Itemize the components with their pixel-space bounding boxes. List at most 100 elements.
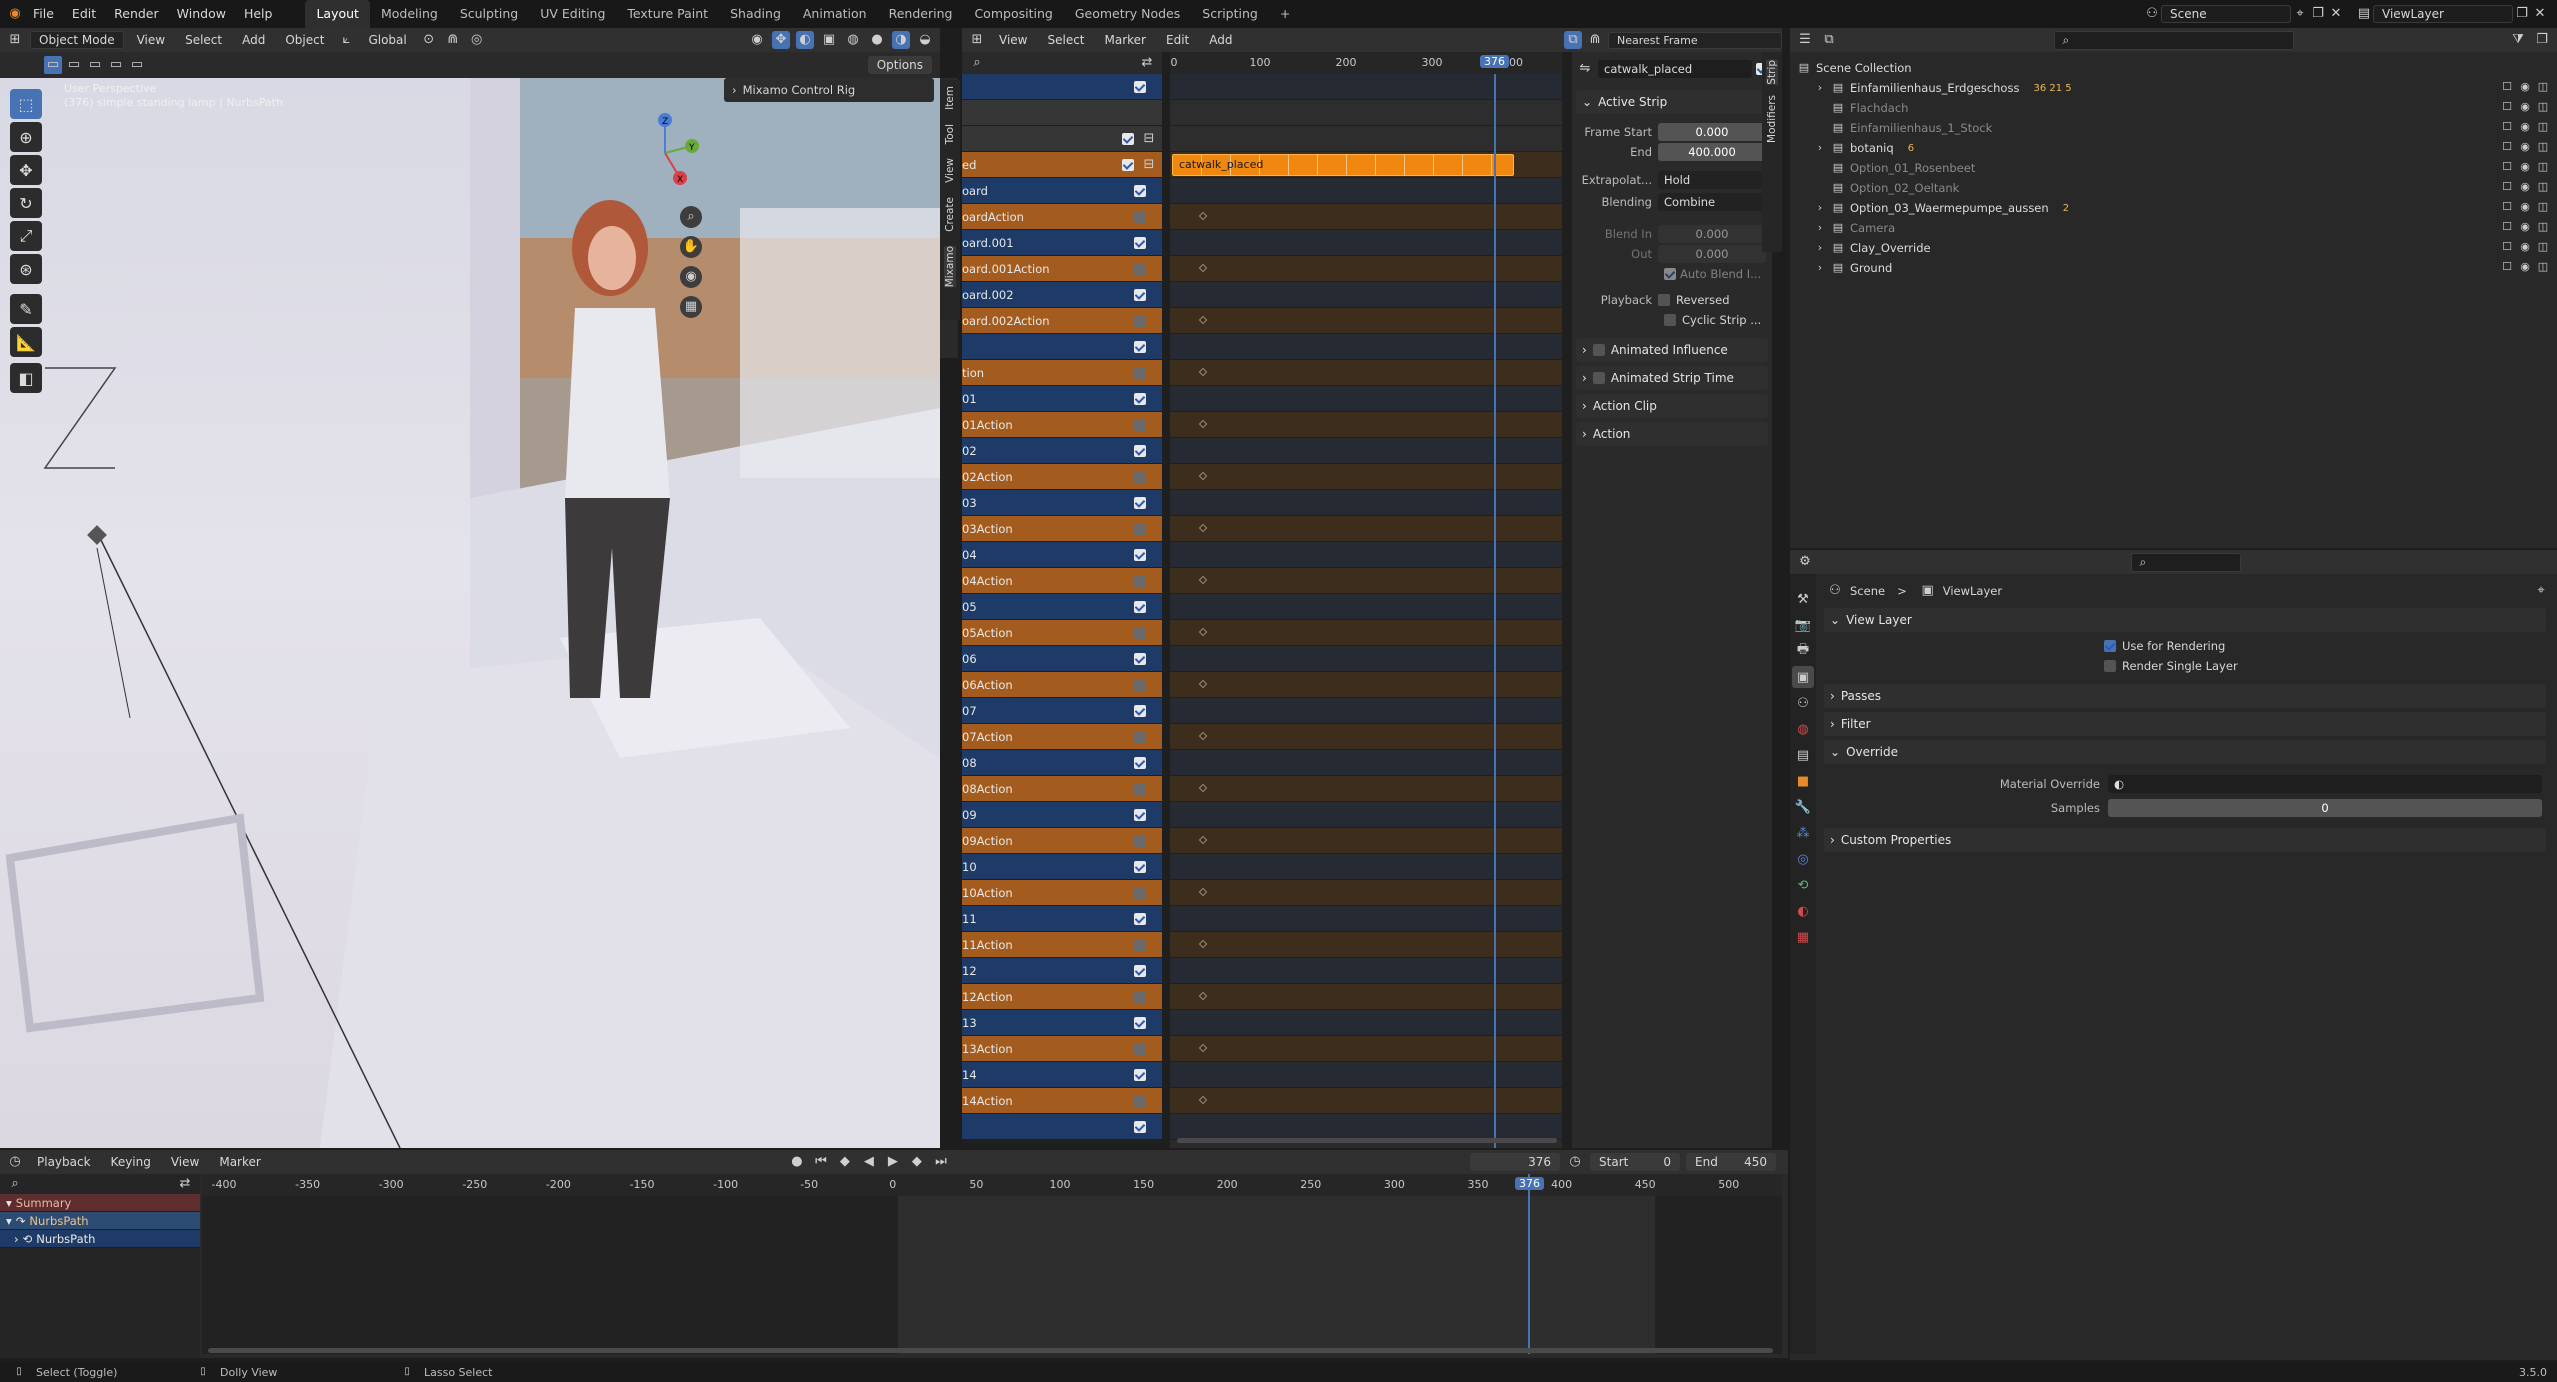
nla-track-row[interactable]: 10Action [962,880,1162,906]
track-mute-checkbox[interactable] [1134,756,1146,769]
action-panel[interactable]: › Action [1576,422,1768,446]
ortho-toggle-icon[interactable]: ▦ [680,296,702,318]
nla-track-lane[interactable] [1170,750,1562,776]
expand-arrow-icon[interactable]: › [1814,262,1826,274]
snap-mode-select[interactable]: Nearest Frame [1608,31,1782,49]
data-tab-icon[interactable]: ◐ [1792,900,1814,922]
record-icon[interactable]: ● [788,1153,806,1171]
track-mute-checkbox[interactable] [1134,964,1146,977]
nla-editor-type-icon[interactable]: ⊞ [968,31,986,49]
nla-track-row[interactable]: 03Action [962,516,1162,542]
auto-blend-checkbox[interactable] [1664,268,1676,280]
nla-track-row[interactable]: 02 [962,438,1162,464]
keyframe-diamond-icon[interactable] [1198,627,1208,637]
viewport-menu-view[interactable]: View [130,31,172,49]
side-tab-create[interactable]: Create [944,197,956,232]
mode-selector[interactable]: Object Mode [30,31,124,49]
modifier-tab-icon[interactable]: 🔧 [1792,796,1814,818]
expand-arrow-icon[interactable]: › [1814,242,1826,254]
nla-track-lane[interactable] [1170,880,1562,906]
exclude-checkbox[interactable]: ☐ [2501,181,2513,193]
camera-icon[interactable]: ◫ [2537,161,2549,173]
nla-track-lane[interactable] [1170,724,1562,750]
eye-icon[interactable]: ◉ [2519,121,2531,133]
nla-track-lane[interactable]: catwalk_placed [1170,152,1562,178]
nla-track-lane[interactable] [1170,412,1562,438]
nla-track-row[interactable]: 12 [962,958,1162,984]
nla-track-lane[interactable] [1170,1010,1562,1036]
nla-track-row[interactable]: 02Action [962,464,1162,490]
nla-track-row[interactable]: 08Action [962,776,1162,802]
xray-icon[interactable]: ▣ [820,31,838,49]
pin-icon[interactable]: ⌖ [2291,5,2309,23]
eye-icon[interactable]: ◉ [2519,221,2531,233]
blend-in-field[interactable]: 0.000 [1658,225,1766,243]
track-mute-checkbox[interactable] [1134,912,1146,925]
camera-icon[interactable]: ◫ [2537,241,2549,253]
dopesheet-menu-marker[interactable]: Marker [212,1153,267,1171]
action-sheet-icon[interactable] [1134,1094,1146,1107]
play-icon[interactable]: ▶ [884,1153,902,1171]
keyframe-diamond-icon[interactable] [1198,575,1208,585]
outliner-item[interactable]: ▤ Flachdach ☐ ◉ ◫ [1790,98,2557,118]
nla-track-lane[interactable] [1170,334,1562,360]
visibility-icon[interactable]: ◉ [748,31,766,49]
animated-strip-time-checkbox[interactable] [1592,372,1605,384]
move-tool[interactable]: ✥ [10,155,42,185]
action-sheet-icon[interactable] [1134,834,1146,847]
keyframe-diamond-icon[interactable] [1198,1043,1208,1053]
collection-tab-icon[interactable]: ▤ [1792,744,1814,766]
scale-tool[interactable]: ⤢ [10,221,42,251]
nla-track-row[interactable]: 14 [962,1062,1162,1088]
rotate-tool[interactable]: ↻ [10,188,42,218]
keyframe-diamond-icon[interactable] [1198,991,1208,1001]
keyframe-diamond-icon[interactable] [1198,1095,1208,1105]
overlay-toggle-icon[interactable]: ◐ [796,31,814,49]
expand-icon[interactable]: › [14,1232,19,1246]
nla-track-lane[interactable] [1170,360,1562,386]
pan-hand-icon[interactable]: ✋ [680,236,702,258]
select-box-mode-intersect-icon[interactable]: ▭ [128,56,146,74]
action-sheet-icon[interactable] [1134,314,1146,327]
track-mute-checkbox[interactable] [1134,548,1146,561]
camera-icon[interactable]: ◫ [2537,141,2549,153]
nurbs-path-action-channel[interactable]: › ⟲ NurbsPath [0,1230,200,1248]
swap-icon[interactable]: ⇄ [176,1175,194,1193]
camera-view-icon[interactable]: ◉ [680,266,702,288]
select-box-mode-subtract-icon[interactable]: ▭ [86,56,104,74]
nla-track-row[interactable]: 13Action [962,1036,1162,1062]
camera-icon[interactable]: ◫ [2537,101,2549,113]
track-mute-checkbox[interactable] [1134,860,1146,873]
menu-render[interactable]: Render [105,0,168,28]
action-sheet-icon[interactable] [1134,1042,1146,1055]
nla-track-lane[interactable] [1170,100,1562,126]
nla-track-lane[interactable] [1170,594,1562,620]
nla-track-row[interactable]: oardAction [962,204,1162,230]
action-sheet-icon[interactable] [1134,730,1146,743]
sidebar-tab-modifiers[interactable]: Modifiers [1766,95,1778,143]
nla-track-row[interactable]: oard [962,178,1162,204]
track-mute-checkbox[interactable] [1122,132,1134,145]
snapping-icon[interactable]: ⋒ [1586,31,1604,49]
frame-start-field[interactable]: 0.000 [1658,123,1766,141]
nla-track-lane[interactable] [1170,906,1562,932]
keyframe-diamond-icon[interactable] [1198,939,1208,949]
camera-icon[interactable]: ◫ [2537,181,2549,193]
nla-track-lane[interactable] [1170,776,1562,802]
blending-select[interactable]: Combine [1658,193,1766,211]
eye-icon[interactable]: ◉ [2519,181,2531,193]
render-single-layer-checkbox[interactable] [2104,660,2116,672]
lock-icon[interactable]: ⊟ [1140,156,1158,174]
pin-icon[interactable]: ⌖ [2532,582,2550,600]
eye-icon[interactable]: ◉ [2519,101,2531,113]
action-sheet-icon[interactable] [1134,626,1146,639]
side-tab-mixamo[interactable]: Mixamo [944,246,956,288]
scene-tab-icon[interactable]: ⚇ [1792,692,1814,714]
search-icon[interactable]: ⌕ [6,1175,24,1193]
editor-type-icon[interactable]: ⊞ [6,31,24,49]
nla-scrollbar[interactable] [1177,1138,1557,1143]
expand-arrow-icon[interactable]: › [1814,222,1826,234]
expand-arrow-icon[interactable]: › [1814,82,1826,94]
expand-arrow-icon[interactable]: › [1814,202,1826,214]
nla-track-row[interactable]: 07 [962,698,1162,724]
